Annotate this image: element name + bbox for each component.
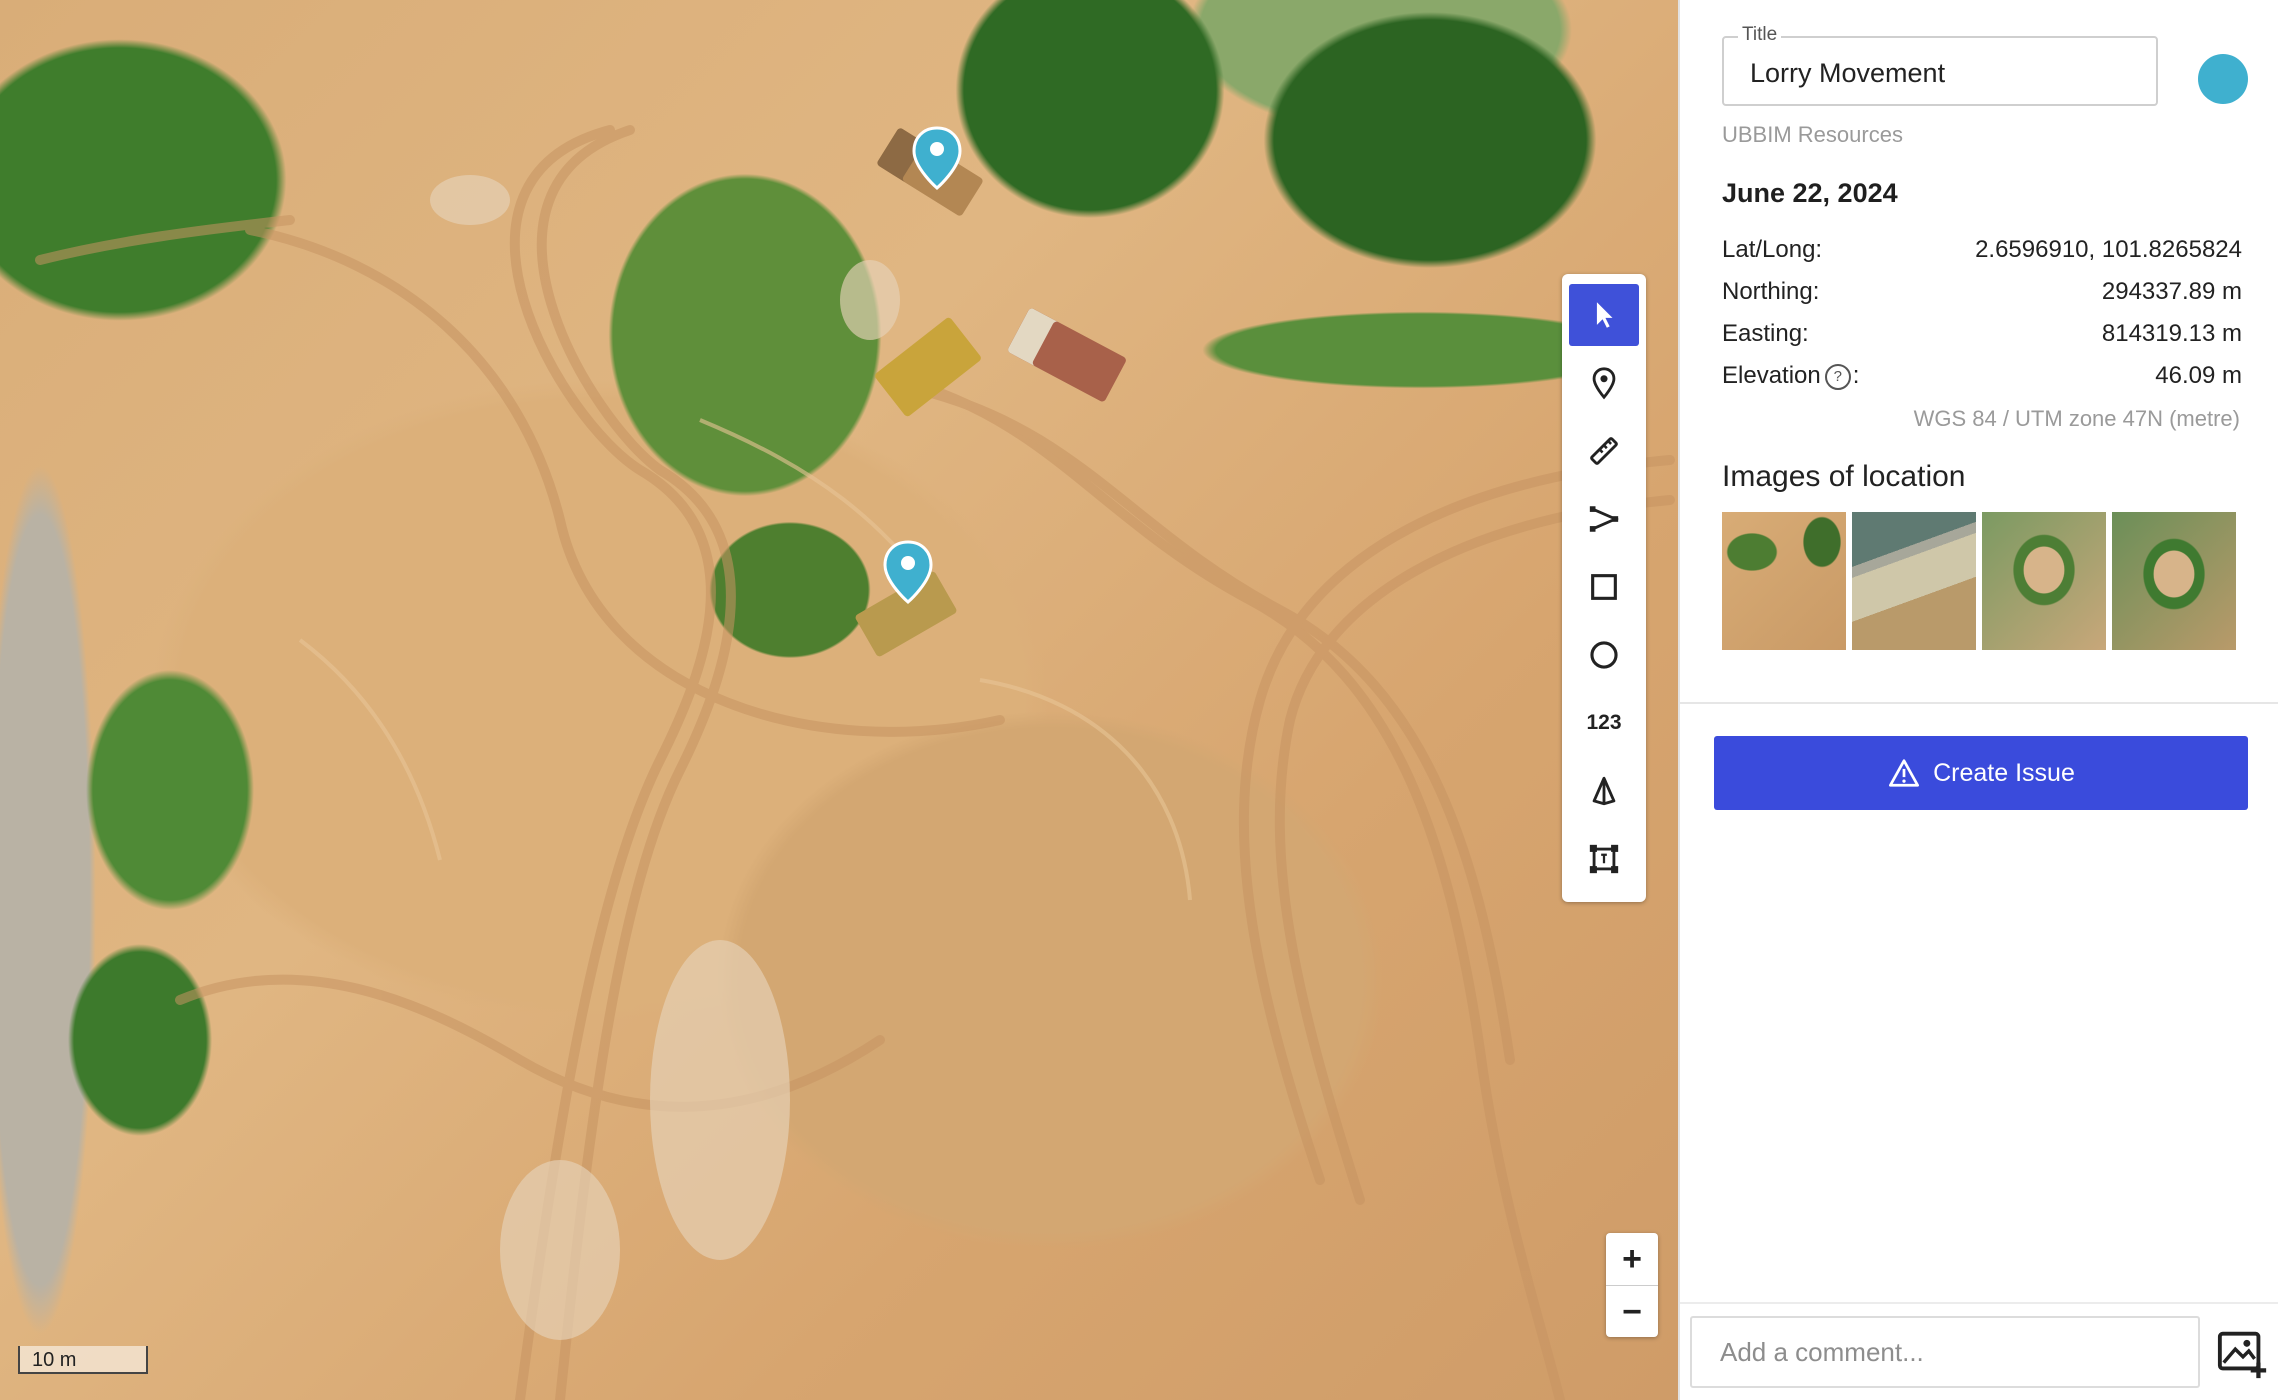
title-field-label: Title — [1738, 24, 1782, 46]
coord-value: 294337.89 m — [2101, 278, 2242, 305]
title-field-value[interactable]: Lorry Movement — [1750, 58, 1945, 89]
coord-label: Northing: — [1722, 278, 1820, 305]
location-image-thumbnail[interactable] — [1852, 512, 1976, 650]
add-image-icon — [2217, 1331, 2267, 1379]
scale-bar: 10 m — [18, 1346, 148, 1374]
warning-triangle-icon — [1889, 759, 1920, 787]
circle-icon — [1590, 641, 1618, 669]
polyline-icon — [1589, 506, 1619, 532]
location-marker-pin[interactable] — [883, 540, 933, 604]
comment-input[interactable] — [1690, 1316, 2200, 1388]
coord-label: Lat/Long: — [1722, 236, 1823, 263]
map-view[interactable]: 123 + − 10 m — [0, 0, 1678, 1400]
create-issue-label: Create Issue — [1933, 758, 2075, 787]
coord-row-elevation: Elevation?: 46.09 m — [1722, 362, 2242, 402]
rectangle-tool-button[interactable] — [1569, 556, 1639, 618]
circle-tool-button[interactable] — [1569, 624, 1639, 686]
coord-value: 46.09 m — [2155, 362, 2242, 389]
zoom-in-button[interactable]: + — [1606, 1233, 1658, 1285]
coordinate-system-note: WGS 84 / UTM zone 47N (metre) — [1913, 406, 2240, 431]
distance-tool-button[interactable] — [1569, 420, 1639, 482]
zoom-out-button[interactable]: − — [1606, 1285, 1658, 1338]
coord-row-latlong: Lat/Long: 2.6596910, 101.8265824 — [1722, 236, 2242, 276]
title-field[interactable]: Title Lorry Movement — [1722, 24, 2158, 106]
point-tool-button[interactable] — [1569, 352, 1639, 414]
count-tool-button[interactable]: 123 — [1569, 692, 1639, 754]
annotation-details-panel: Title Lorry Movement UBBIM Resources Jun… — [1678, 0, 2278, 1400]
volume-tool-button[interactable] — [1569, 760, 1639, 822]
marker-color-swatch[interactable] — [2198, 54, 2248, 104]
images-heading: Images of location — [1722, 460, 1966, 493]
number-123-icon: 123 — [1586, 711, 1622, 734]
help-icon[interactable]: ? — [1824, 364, 1851, 390]
zoom-controls: + − — [1606, 1233, 1658, 1337]
organization-name: UBBIM Resources — [1722, 122, 1903, 147]
coord-label-group: Elevation?: — [1722, 362, 1860, 390]
location-marker-pin[interactable] — [912, 126, 962, 190]
coord-label: Easting: — [1722, 320, 1809, 347]
area-frame-icon — [1589, 844, 1619, 874]
square-icon — [1591, 574, 1617, 600]
capture-date: June 22, 2024 — [1722, 178, 1898, 208]
polyline-tool-button[interactable] — [1569, 488, 1639, 550]
coord-label: Elevation — [1722, 362, 1821, 389]
location-images — [1722, 512, 2242, 652]
select-tool-button[interactable] — [1569, 284, 1639, 346]
map-pin-icon — [1592, 367, 1616, 400]
site-ground-tracks — [35, 125, 1675, 1400]
cone-icon — [1592, 776, 1616, 806]
coord-row-northing: Northing: 294337.89 m — [1722, 278, 2242, 318]
coord-value: 814319.13 m — [2101, 320, 2242, 347]
coord-value: 2.6596910, 101.8265824 — [1975, 236, 2242, 263]
create-issue-button[interactable]: Create Issue — [1714, 736, 2248, 810]
add-image-button[interactable] — [2216, 1326, 2270, 1380]
drawing-toolbar: 123 — [1562, 274, 1646, 902]
cursor-arrow-icon — [1596, 302, 1613, 328]
location-image-thumbnail[interactable] — [2112, 512, 2236, 650]
comment-bar-divider — [1680, 1302, 2278, 1304]
coord-row-easting: Easting: 814319.13 m — [1722, 320, 2242, 360]
area-tool-button[interactable] — [1569, 828, 1639, 890]
ruler-icon — [1590, 437, 1618, 465]
location-image-thumbnail[interactable] — [1982, 512, 2106, 650]
location-image-thumbnail[interactable] — [1722, 512, 1846, 650]
section-divider — [1680, 702, 2278, 704]
